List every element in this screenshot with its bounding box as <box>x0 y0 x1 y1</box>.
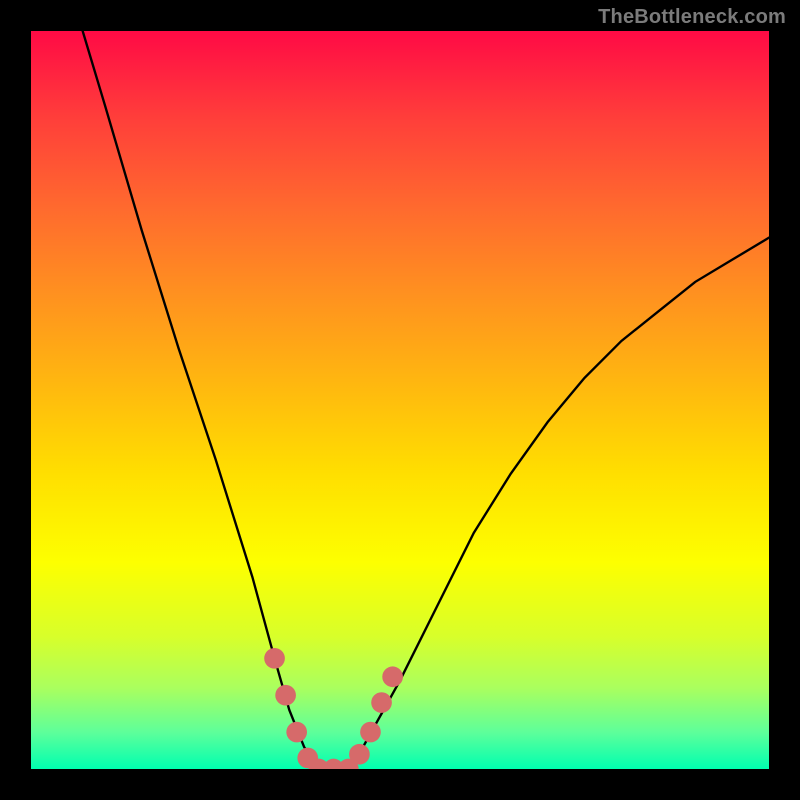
optimal-range-markers <box>31 31 769 769</box>
marker-dot <box>371 692 392 713</box>
marker-dot <box>349 744 370 765</box>
marker-dot <box>360 722 381 743</box>
marker-dot <box>275 685 296 706</box>
marker-dot <box>286 722 307 743</box>
chart-frame: TheBottleneck.com <box>0 0 800 800</box>
watermark-label: TheBottleneck.com <box>598 6 786 29</box>
chart-plot-area <box>31 31 769 769</box>
marker-dot <box>264 648 285 669</box>
marker-dot <box>382 666 403 687</box>
